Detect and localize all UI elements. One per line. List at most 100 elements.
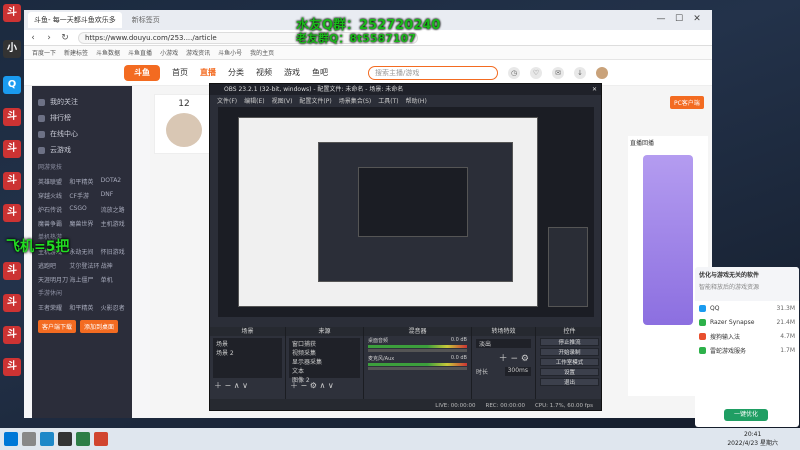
- close-icon[interactable]: ✕: [690, 12, 704, 26]
- bookmark[interactable]: 新建标签: [64, 48, 88, 57]
- desktop-icon[interactable]: 斗: [3, 294, 21, 312]
- pc-client-button[interactable]: PC客户端: [670, 96, 704, 109]
- desktop-icon[interactable]: 斗: [3, 204, 21, 222]
- search-icon[interactable]: [22, 432, 36, 446]
- nav-home[interactable]: 首页: [172, 67, 188, 78]
- menu-item[interactable]: 文件(F): [217, 96, 237, 105]
- start-icon[interactable]: [4, 432, 18, 446]
- menu-item[interactable]: 编辑(E): [244, 96, 264, 105]
- bookmark[interactable]: 游戏资讯: [186, 48, 210, 57]
- obs-icon[interactable]: [58, 432, 72, 446]
- category-link[interactable]: 海上僵尸: [69, 275, 100, 284]
- category-link[interactable]: 永劫无间: [69, 247, 100, 256]
- studio-mode-button[interactable]: 工作室模式: [540, 358, 599, 366]
- source-item[interactable]: 文本: [292, 366, 357, 375]
- sidebar-item-rank[interactable]: 排行榜: [32, 110, 132, 126]
- menu-item[interactable]: 帮助(H): [406, 96, 427, 105]
- app-item[interactable]: Razer Synapse 21.4M: [695, 315, 799, 329]
- nav-yuba[interactable]: 鱼吧: [312, 67, 328, 78]
- menu-item[interactable]: 场景集合(S): [339, 96, 372, 105]
- desktop-icon[interactable]: 斗: [3, 358, 21, 376]
- close-icon[interactable]: ✕: [592, 84, 597, 95]
- download-icon[interactable]: ↓: [574, 66, 586, 79]
- desktop-icon[interactable]: 斗: [3, 326, 21, 344]
- category-link[interactable]: 流放之路: [101, 205, 132, 214]
- browser-tab[interactable]: 斗鱼- 每一天都斗鱼欢乐多: [28, 12, 122, 28]
- avatar[interactable]: [596, 66, 608, 79]
- category-link[interactable]: DOTA2: [101, 177, 132, 186]
- category-link[interactable]: 英雄联盟: [38, 177, 69, 186]
- scene-item[interactable]: 场景: [216, 339, 279, 348]
- bookmark[interactable]: 百度一下: [32, 48, 56, 57]
- category-link[interactable]: 和平精英: [69, 177, 100, 186]
- bookmark[interactable]: 斗鱼小号: [218, 48, 242, 57]
- category-link[interactable]: CSGO: [69, 205, 100, 214]
- stop-stream-button[interactable]: 停止推流: [540, 338, 599, 346]
- category-link[interactable]: 魔兽世界: [69, 219, 100, 228]
- message-icon[interactable]: ✉: [552, 66, 564, 79]
- category-link[interactable]: 艾尔登法环: [69, 261, 100, 270]
- category-link[interactable]: 魔兽争霸: [38, 219, 69, 228]
- refresh-icon[interactable]: ↻: [58, 31, 72, 45]
- site-logo[interactable]: 斗鱼: [124, 64, 160, 81]
- source-item[interactable]: 窗口捕获: [292, 339, 357, 348]
- category-link[interactable]: 逃跑吧: [38, 261, 69, 270]
- desktop-icon[interactable]: 斗: [3, 4, 21, 22]
- bookmark[interactable]: 我的主页: [250, 48, 274, 57]
- category-link[interactable]: CF手游: [69, 191, 100, 200]
- app-item[interactable]: QQ 31.3M: [695, 301, 799, 315]
- sidebar-item-cloud[interactable]: 云游戏: [32, 142, 132, 158]
- history-icon[interactable]: ◷: [508, 66, 520, 79]
- stream-card[interactable]: 12: [154, 94, 214, 154]
- source-item[interactable]: 显示器采集: [292, 357, 357, 366]
- menu-item[interactable]: 配置文件(P): [299, 96, 331, 105]
- clock[interactable]: 20:41 2022/4/23 星期六: [727, 430, 778, 448]
- bookmark[interactable]: 斗鱼数据: [96, 48, 120, 57]
- edge-icon[interactable]: [40, 432, 54, 446]
- douyu-icon[interactable]: [94, 432, 108, 446]
- category-link[interactable]: 王者荣耀: [38, 303, 69, 312]
- nav-live[interactable]: 直播: [200, 67, 216, 78]
- settings-button[interactable]: 设置: [540, 368, 599, 376]
- category-link[interactable]: 怀旧游戏: [101, 247, 132, 256]
- volume-slider[interactable]: [368, 349, 467, 352]
- bookmark[interactable]: 小游戏: [160, 48, 178, 57]
- desktop-icon[interactable]: 斗: [3, 108, 21, 126]
- obs-preview[interactable]: [218, 107, 594, 317]
- source-item[interactable]: 视频采集: [292, 348, 357, 357]
- category-link[interactable]: 穿越火线: [38, 191, 69, 200]
- category-link[interactable]: 主机游戏: [101, 219, 132, 228]
- one-key-optimize-button[interactable]: 一键优化: [724, 409, 768, 421]
- category-link[interactable]: 和平精英: [69, 303, 100, 312]
- add-remove-icons[interactable]: ＋ − ⚙: [472, 351, 535, 364]
- forward-icon[interactable]: ›: [42, 31, 56, 45]
- app-item[interactable]: 雷蛇游戏服务 1.7M: [695, 343, 799, 357]
- bookmark[interactable]: 斗鱼直播: [128, 48, 152, 57]
- category-link[interactable]: 战神: [101, 261, 132, 270]
- search-input[interactable]: 搜索主播/游戏: [368, 65, 498, 80]
- app-item[interactable]: 搜狗输入法 4.7M: [695, 329, 799, 343]
- category-link[interactable]: 天涯明月刀: [38, 275, 69, 284]
- menu-item[interactable]: 视图(V): [272, 96, 293, 105]
- desktop-icon[interactable]: 斗: [3, 140, 21, 158]
- back-icon[interactable]: ‹: [26, 31, 40, 45]
- minimize-icon[interactable]: —: [654, 12, 668, 26]
- sidebar-item-center[interactable]: 在线中心: [32, 126, 132, 142]
- desktop-icon[interactable]: 斗: [3, 262, 21, 280]
- duration-input[interactable]: 300ms: [504, 367, 531, 376]
- add-remove-icons[interactable]: ＋ − ⚙ ∧ ∨: [286, 380, 363, 391]
- scene-item[interactable]: 场景 2: [216, 348, 279, 357]
- client-download-button[interactable]: 客户端下载: [38, 320, 77, 333]
- add-remove-icons[interactable]: ＋ − ∧ ∨: [210, 380, 285, 391]
- category-link[interactable]: DNF: [101, 191, 132, 200]
- category-link[interactable]: 单机: [101, 275, 132, 284]
- transition-select[interactable]: 淡出: [476, 339, 531, 348]
- category-link[interactable]: 炉石传说: [38, 205, 69, 214]
- nav-video[interactable]: 视频: [256, 67, 272, 78]
- app-icon[interactable]: [76, 432, 90, 446]
- maximize-icon[interactable]: ☐: [672, 12, 686, 26]
- desktop-icon[interactable]: 小: [3, 40, 21, 58]
- desktop-icon[interactable]: Q: [3, 76, 21, 94]
- start-record-button[interactable]: 开始录制: [540, 348, 599, 356]
- exit-button[interactable]: 退出: [540, 378, 599, 386]
